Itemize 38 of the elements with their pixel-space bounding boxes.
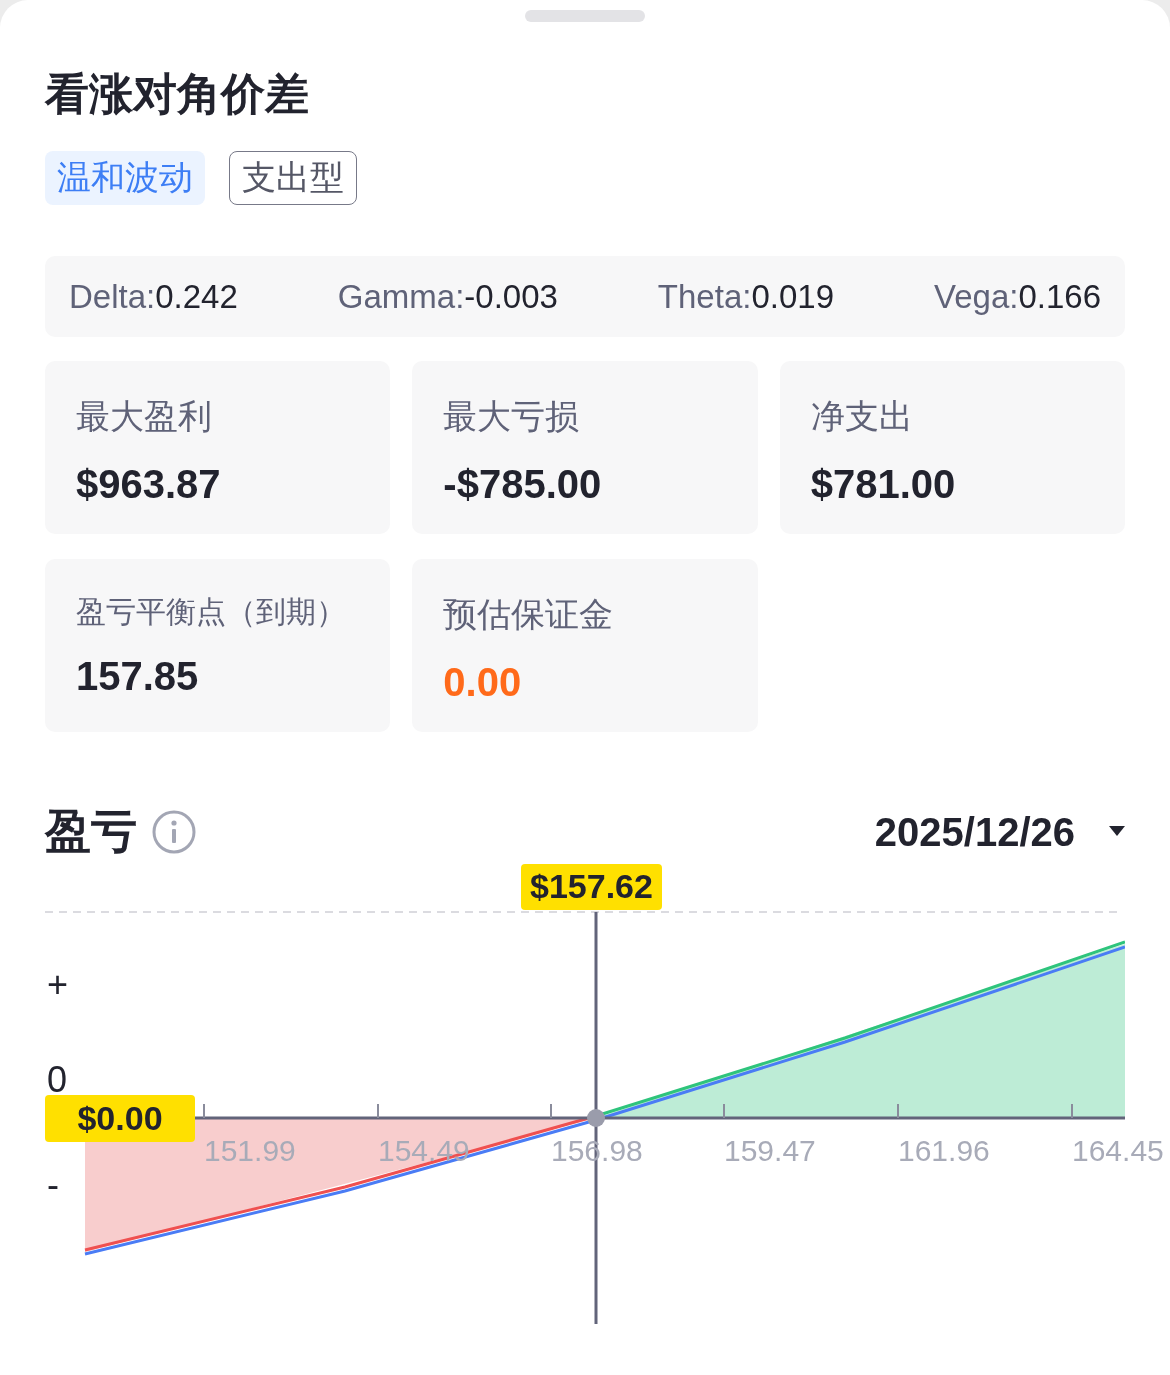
- axis-tick: [1071, 1102, 1073, 1119]
- price-badge: $157.62: [521, 863, 662, 910]
- metric-label: 预估保证金: [443, 593, 615, 635]
- axis-tick: [723, 1102, 725, 1119]
- greek-value: Theta:0.019: [657, 276, 834, 317]
- axis-tick: [203, 1102, 205, 1119]
- drag-handle[interactable]: [525, 10, 645, 22]
- greek-value: Gamma:-0.003: [337, 276, 558, 317]
- metric-label: 净支出: [810, 395, 914, 437]
- metric-label: 最大亏损: [443, 395, 581, 437]
- strategy-tag: 温和波动: [45, 150, 205, 205]
- metric-value: 157.85: [76, 652, 200, 700]
- axis-tick: [377, 1102, 379, 1119]
- x-axis-label: 161.96: [898, 1132, 990, 1169]
- metric-label: 盈亏平衡点（到期）: [76, 593, 347, 630]
- greek-value: Delta:0.242: [69, 276, 238, 317]
- metric-value: -$785.00: [443, 460, 603, 508]
- x-axis-label: 154.49: [378, 1132, 470, 1169]
- price-marker: [587, 1108, 605, 1127]
- pnl-title: 盈亏: [45, 804, 137, 860]
- greek-value: Vega:0.166: [934, 276, 1101, 317]
- x-axis-label: 164.45: [1072, 1132, 1164, 1169]
- caret-icon: [1109, 825, 1125, 838]
- strategy-tag: 支出型: [229, 150, 357, 205]
- y-axis-label: -: [47, 1166, 59, 1203]
- x-axis-label: 159.47: [724, 1132, 816, 1169]
- strategy-title: 看涨对角价差: [45, 68, 310, 120]
- date-dropdown[interactable]: 2025/12/26: [874, 801, 1125, 862]
- info-icon[interactable]: [151, 808, 197, 855]
- metric-value: 0.00: [443, 658, 523, 706]
- zero-badge: $0.00: [45, 1094, 195, 1142]
- axis-tick: [897, 1102, 899, 1119]
- y-axis-label: +: [47, 966, 69, 1003]
- x-axis-label: 151.99: [204, 1132, 296, 1169]
- metric-value: $963.87: [76, 460, 222, 508]
- metric-value: $781.00: [810, 460, 957, 508]
- axis-tick: [550, 1102, 552, 1119]
- metric-label: 最大盈利: [76, 395, 213, 437]
